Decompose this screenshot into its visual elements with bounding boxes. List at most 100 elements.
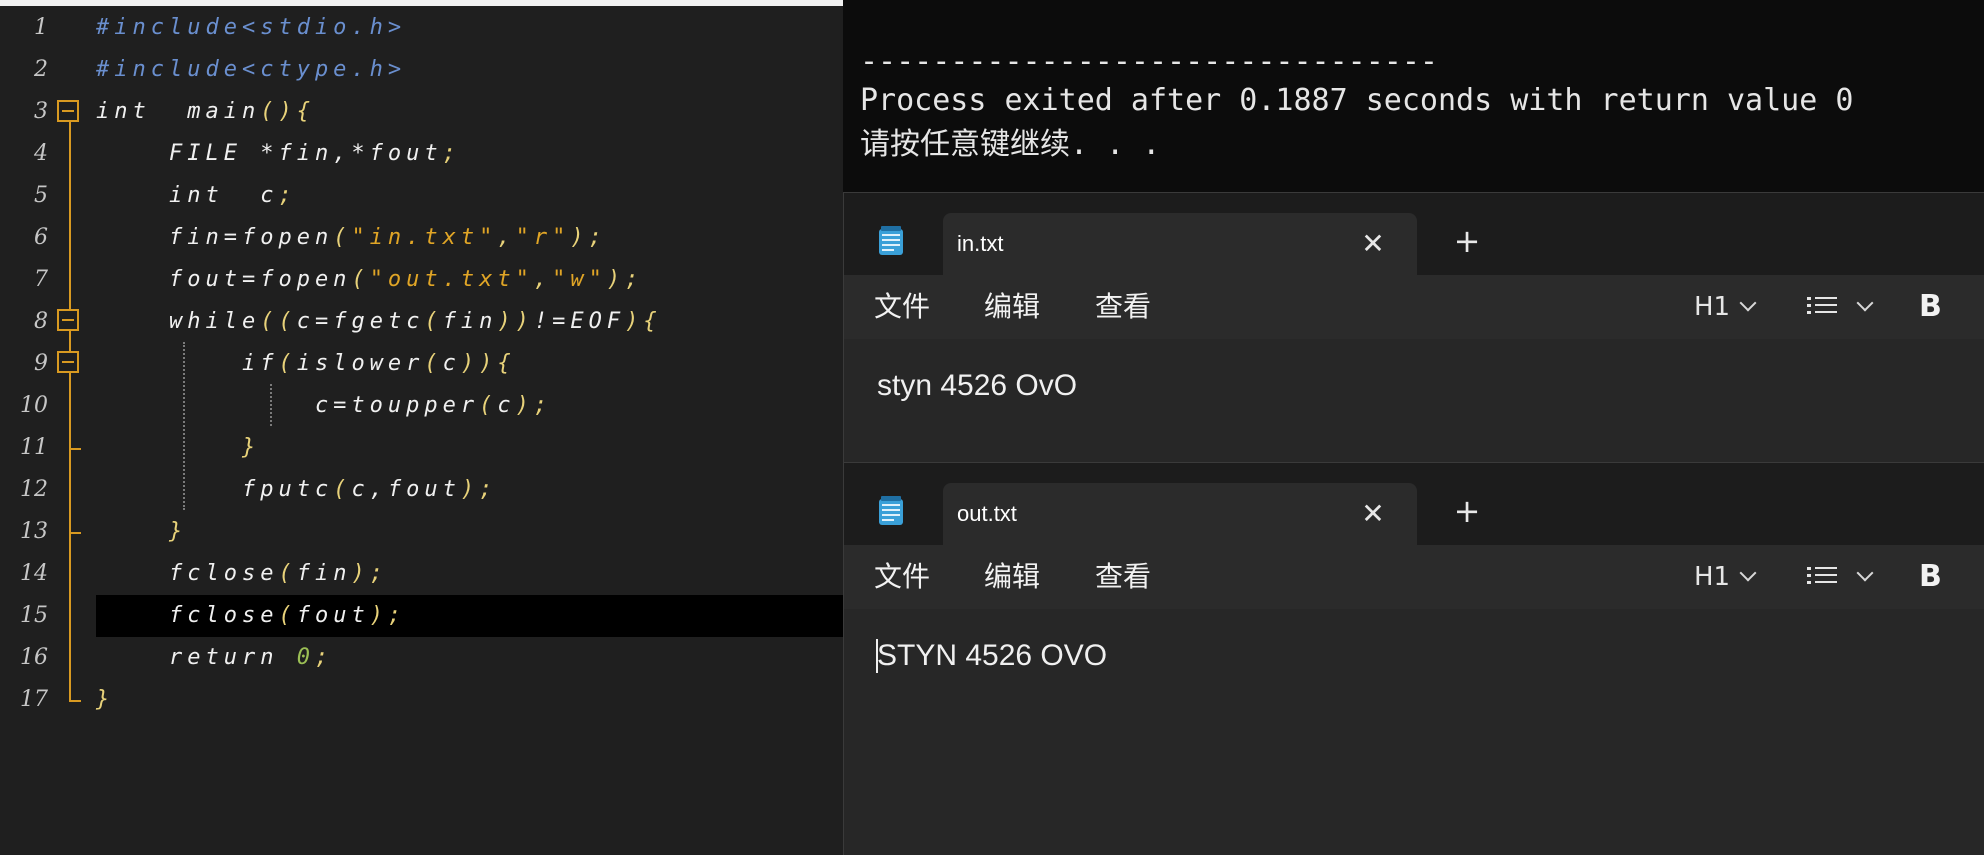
new-tab-button[interactable]: + bbox=[1452, 225, 1482, 257]
code-token: !=EOF bbox=[533, 309, 626, 334]
code-token: ( bbox=[424, 309, 443, 334]
console-window[interactable]: -------------------------------- Process… bbox=[843, 0, 1984, 192]
line-number: 17 bbox=[20, 687, 48, 712]
code-line[interactable]: 16 return 0; bbox=[0, 637, 843, 679]
menu-edit[interactable]: 编辑 bbox=[984, 275, 1040, 339]
list-icon bbox=[1807, 297, 1837, 314]
menu-file[interactable]: 文件 bbox=[874, 545, 930, 609]
code-token: ; bbox=[278, 183, 297, 208]
line-number: 12 bbox=[20, 477, 48, 502]
code-line[interactable]: 7 fout=fopen("out.txt","w"); bbox=[0, 259, 843, 301]
code-line[interactable]: 11 } bbox=[0, 427, 843, 469]
notepad-app-icon bbox=[879, 496, 903, 525]
code-line[interactable]: 2 #include<ctype.h> bbox=[0, 49, 843, 91]
line-number: 11 bbox=[20, 435, 48, 460]
code-token: fin bbox=[296, 561, 352, 586]
code-text: fclose(fin); bbox=[96, 553, 388, 595]
document-content: STYN 4526 OVO bbox=[877, 639, 1108, 672]
code-token: c bbox=[497, 393, 516, 418]
code-text: if(islower(c)){ bbox=[96, 343, 516, 385]
code-token: )){ bbox=[460, 351, 516, 376]
line-number: 16 bbox=[20, 645, 48, 670]
notepad-window-in: in.txt ✕ + 文件 编辑 查看 H1 B styn 4526 OvO bbox=[843, 192, 1984, 463]
code-token: fout bbox=[296, 603, 370, 628]
code-token: ; bbox=[314, 645, 334, 670]
code-token: fout=fopen bbox=[96, 267, 352, 292]
code-token: } bbox=[96, 687, 115, 712]
code-text: #include<stdio.h> bbox=[96, 7, 406, 49]
code-text: while((c=fgetc(fin))!=EOF){ bbox=[96, 301, 662, 343]
heading-select[interactable]: H1 bbox=[1694, 545, 1757, 609]
code-token: c=fgetc bbox=[296, 309, 425, 334]
code-line[interactable]: 8 while((c=fgetc(fin))!=EOF){ bbox=[0, 301, 843, 343]
code-text: FILE *fin,*fout; bbox=[96, 133, 461, 175]
console-exit-message: Process exited after 0.1887 seconds with… bbox=[860, 83, 1854, 118]
code-line[interactable]: 17} bbox=[0, 679, 843, 721]
code-text: fputc(c,fout); bbox=[96, 469, 497, 511]
code-token: ); bbox=[369, 603, 407, 628]
menubar: 文件 编辑 查看 H1 B bbox=[844, 545, 1984, 609]
chevron-down-icon bbox=[1739, 564, 1757, 582]
notepad-window-out: out.txt ✕ + 文件 编辑 查看 H1 B STYN 4526 OVO bbox=[843, 462, 1984, 855]
text-area[interactable]: styn 4526 OvO bbox=[844, 339, 1984, 463]
code-token: fin=fopen bbox=[96, 225, 334, 250]
tab-out-txt[interactable]: out.txt ✕ bbox=[943, 483, 1417, 545]
heading-select[interactable]: H1 bbox=[1694, 275, 1757, 339]
menu-file[interactable]: 文件 bbox=[874, 275, 930, 339]
new-tab-button[interactable]: + bbox=[1452, 495, 1482, 527]
chevron-down-icon bbox=[1856, 564, 1874, 582]
menu-edit[interactable]: 编辑 bbox=[984, 545, 1040, 609]
code-token: ( bbox=[479, 393, 498, 418]
code-line[interactable]: 10 c=toupper(c); bbox=[0, 385, 843, 427]
code-line[interactable]: 1 #include<stdio.h> bbox=[0, 7, 843, 49]
menu-view[interactable]: 查看 bbox=[1095, 275, 1151, 339]
fold-toggle-line-8[interactable] bbox=[57, 309, 79, 331]
code-line[interactable]: 12 fputc(c,fout); bbox=[0, 469, 843, 511]
line-number: 7 bbox=[34, 267, 48, 292]
code-token: (){ bbox=[260, 99, 315, 124]
list-select[interactable] bbox=[1807, 545, 1877, 609]
code-text: } bbox=[96, 679, 114, 721]
code-token: } bbox=[96, 519, 188, 544]
code-token: while bbox=[96, 309, 261, 334]
list-select[interactable] bbox=[1807, 275, 1877, 339]
code-line[interactable]: 5 int c; bbox=[0, 175, 843, 217]
menubar: 文件 编辑 查看 H1 B bbox=[844, 275, 1984, 339]
code-editor[interactable]: 1 #include<stdio.h> 2 #include<ctype.h> 3 int… bbox=[0, 0, 843, 854]
close-icon[interactable]: ✕ bbox=[1359, 500, 1387, 528]
bold-button[interactable]: B bbox=[1919, 545, 1942, 609]
tab-title: in.txt bbox=[957, 231, 1004, 256]
code-token: int main bbox=[96, 99, 261, 124]
fold-toggle-line-9[interactable] bbox=[57, 351, 79, 373]
code-token: if bbox=[96, 351, 279, 376]
code-line[interactable]: 9 if(islower(c)){ bbox=[0, 343, 843, 385]
fold-end-line-11 bbox=[69, 448, 81, 450]
close-icon[interactable]: ✕ bbox=[1359, 230, 1387, 258]
code-token: return bbox=[96, 645, 297, 670]
bold-button[interactable]: B bbox=[1919, 275, 1942, 339]
code-token: fclose bbox=[96, 603, 279, 628]
code-token: fclose bbox=[96, 561, 279, 586]
code-line[interactable]: 6 fin=fopen("in.txt","r"); bbox=[0, 217, 843, 259]
code-token: "in.txt" bbox=[351, 225, 498, 250]
line-number: 5 bbox=[34, 183, 48, 208]
code-token: c=toupper bbox=[96, 393, 480, 418]
code-line[interactable]: 3 int main(){ bbox=[0, 91, 843, 133]
menu-view[interactable]: 查看 bbox=[1095, 545, 1151, 609]
fold-end-line-13 bbox=[69, 532, 81, 534]
code-token: islower bbox=[296, 351, 425, 376]
heading-select-value: H1 bbox=[1694, 292, 1731, 322]
line-number: 14 bbox=[20, 561, 48, 586]
text-area[interactable]: STYN 4526 OVO bbox=[844, 609, 1984, 855]
line-number: 4 bbox=[34, 141, 48, 166]
tab-in-txt[interactable]: in.txt ✕ bbox=[943, 213, 1417, 275]
code-token: )) bbox=[497, 309, 534, 334]
code-line-current[interactable]: 15 fclose(fout); bbox=[0, 595, 843, 637]
code-line[interactable]: 13 } bbox=[0, 511, 843, 553]
code-line[interactable]: 14 fclose(fin); bbox=[0, 553, 843, 595]
code-token: c,fout bbox=[351, 477, 461, 502]
fold-toggle-line-3[interactable] bbox=[57, 100, 79, 122]
code-line[interactable]: 4 FILE *fin,*fout; bbox=[0, 133, 843, 175]
titlebar: out.txt ✕ + bbox=[844, 463, 1984, 545]
chevron-down-icon bbox=[1739, 294, 1757, 312]
